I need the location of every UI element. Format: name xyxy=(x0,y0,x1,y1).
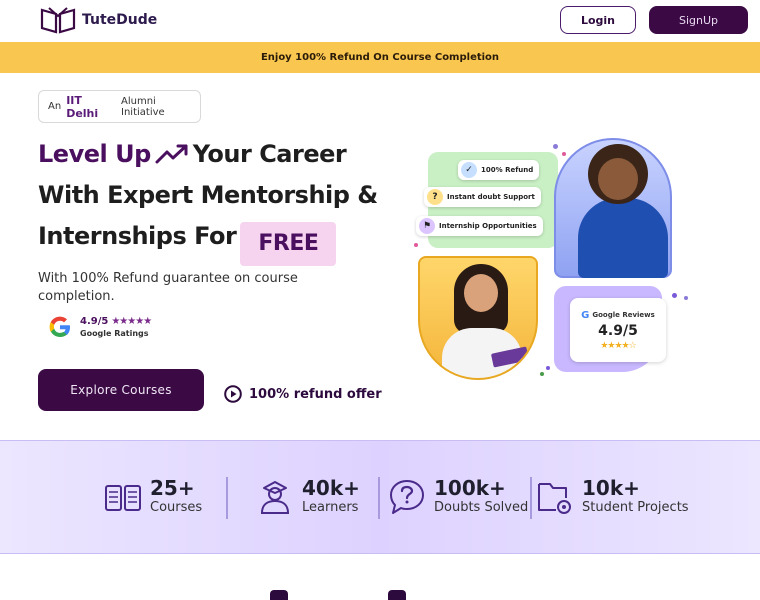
decor-dot xyxy=(414,243,418,247)
stat-value: 10k+ xyxy=(582,476,640,500)
review-score: 4.9/5 xyxy=(598,322,638,339)
rating-top: 4.9/5 ★★★★★ xyxy=(80,316,152,327)
stat-divider xyxy=(530,477,532,519)
headline-line-3: Internships For FREE xyxy=(38,216,378,266)
google-g-icon: G xyxy=(581,309,590,321)
stat-projects: 10k+ Student Projects xyxy=(536,477,689,517)
stat-value: 40k+ xyxy=(302,476,360,500)
feature-pill-refund: ✓ 100% Refund xyxy=(458,160,540,180)
stats-bar: 25+ Courses 40k+ Learners 100k+ Doubts S… xyxy=(0,440,760,554)
hero-illustration: ✓ 100% Refund ? Instant doubt Support ⚑ … xyxy=(410,138,700,388)
student-photo-frame xyxy=(418,256,538,380)
free-badge: FREE xyxy=(240,222,337,266)
headline-line-2: With Expert Mentorship & xyxy=(38,181,378,209)
top-nav: TuteDude Login SignUp xyxy=(0,0,760,42)
google-rating: 4.9/5 ★★★★★ Google Ratings xyxy=(48,315,152,339)
headline-line-1-rest: Your Career xyxy=(192,140,347,168)
refund-offer-link[interactable]: 100% refund offer xyxy=(224,385,382,403)
decor-dot xyxy=(540,372,544,376)
stat-doubts: 100k+ Doubts Solved xyxy=(388,477,528,517)
stat-value: 100k+ xyxy=(434,476,506,500)
refund-offer-label: 100% refund offer xyxy=(249,386,382,402)
google-reviews-card: G Google Reviews 4.9/5 ★★★★☆ xyxy=(570,298,666,362)
hero-subtext: With 100% Refund guarantee on course com… xyxy=(38,271,298,304)
stat-text: 100k+ Doubts Solved xyxy=(434,477,528,517)
refund-banner: Enjoy 100% Refund On Course Completion xyxy=(0,42,760,73)
next-section-heading-cutoff xyxy=(270,590,450,600)
stat-text: 25+ Courses xyxy=(150,477,202,517)
badge-suffix: Alumni Initiative xyxy=(121,95,165,118)
iit-alumni-badge: An IIT Delhi Alumni Initiative xyxy=(38,90,201,123)
feature-refund-label: 100% Refund xyxy=(481,166,534,174)
stat-value: 25+ xyxy=(150,476,195,500)
rating-stars: ★★★★★ xyxy=(111,316,152,327)
refund-icon: ✓ xyxy=(461,162,477,178)
mentor-figure-face xyxy=(598,158,638,200)
decor-dot xyxy=(546,366,550,370)
feature-internship-label: Internship Opportunities xyxy=(439,222,537,230)
feature-pill-internship: ⚑ Internship Opportunities xyxy=(416,216,543,236)
decor-dot xyxy=(562,152,566,156)
review-stars: ★★★★☆ xyxy=(600,340,636,351)
briefcase-icon: ⚑ xyxy=(419,218,435,234)
rating-value: 4.9/5 xyxy=(80,316,109,327)
stat-learners: 40k+ Learners xyxy=(256,477,360,517)
review-title: Google Reviews xyxy=(592,311,655,319)
cutoff-glyph xyxy=(388,590,406,600)
badge-prefix: An xyxy=(48,101,62,112)
cutoff-glyph xyxy=(270,590,288,600)
stat-label: Courses xyxy=(150,500,203,515)
stat-divider xyxy=(226,477,228,519)
stat-text: 40k+ Learners xyxy=(302,477,360,517)
stat-label: Learners xyxy=(302,500,359,515)
book-logo-icon xyxy=(40,7,76,34)
play-circle-icon xyxy=(224,385,242,403)
headline-line-3-text: Internships For xyxy=(38,222,237,250)
mentor-figure-body xyxy=(578,198,668,278)
hero-headline: Level Up Your Career With Expert Mentorsh… xyxy=(38,134,378,266)
brand-name: TuteDude xyxy=(82,12,158,28)
projects-icon xyxy=(538,483,571,514)
decor-dot xyxy=(672,293,677,298)
trending-up-icon xyxy=(155,144,188,164)
decor-dot xyxy=(684,296,688,300)
stat-courses: 25+ Courses xyxy=(104,477,202,517)
headline-line-1: Level Up Your Career xyxy=(38,134,378,175)
feature-pill-doubt: ? Instant doubt Support xyxy=(424,187,541,207)
stat-label: Doubts Solved xyxy=(434,500,529,515)
explore-courses-button[interactable]: Explore Courses xyxy=(38,369,204,411)
headline-accent: Level Up xyxy=(38,140,151,168)
signup-button[interactable]: SignUp xyxy=(649,6,748,34)
decor-dot xyxy=(553,144,558,149)
courses-icon xyxy=(105,485,141,511)
review-header: G Google Reviews xyxy=(581,310,655,321)
stat-divider xyxy=(378,477,380,519)
brand-logo[interactable]: TuteDude xyxy=(40,6,157,34)
learners-icon xyxy=(260,481,290,514)
login-button[interactable]: Login xyxy=(560,6,636,34)
stat-text: 10k+ Student Projects xyxy=(582,477,689,517)
feature-doubt-label: Instant doubt Support xyxy=(447,193,535,201)
rating-label: Google Ratings xyxy=(80,329,149,338)
badge-institute: IIT Delhi xyxy=(66,93,99,120)
chat-icon: ? xyxy=(427,189,443,205)
google-icon xyxy=(49,316,70,337)
stat-label: Student Projects xyxy=(582,500,689,515)
doubts-icon xyxy=(390,480,424,514)
banner-text: Enjoy 100% Refund On Course Completion xyxy=(260,52,500,63)
rating-info: 4.9/5 ★★★★★ Google Ratings xyxy=(80,316,152,338)
student-figure-face xyxy=(464,274,498,312)
